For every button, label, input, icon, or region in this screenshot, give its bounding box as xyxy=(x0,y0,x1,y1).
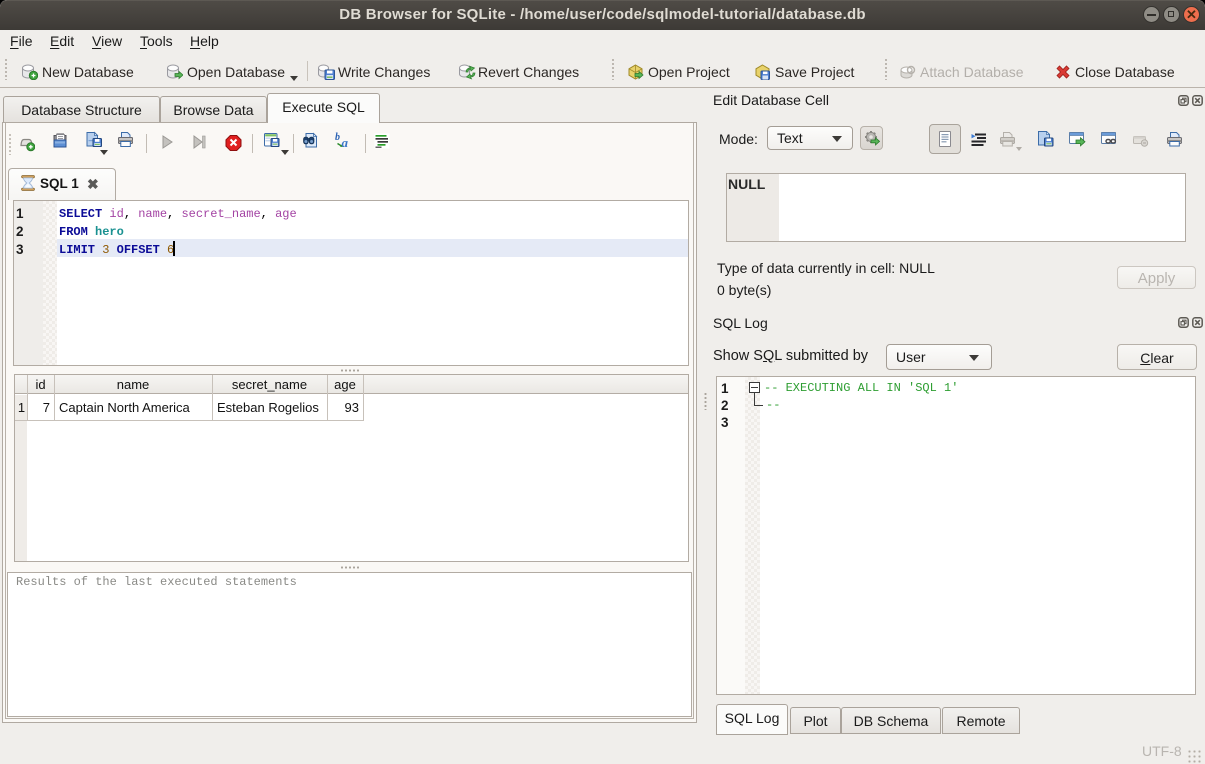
svg-text:a: a xyxy=(342,135,349,149)
svg-text:b: b xyxy=(335,132,340,143)
